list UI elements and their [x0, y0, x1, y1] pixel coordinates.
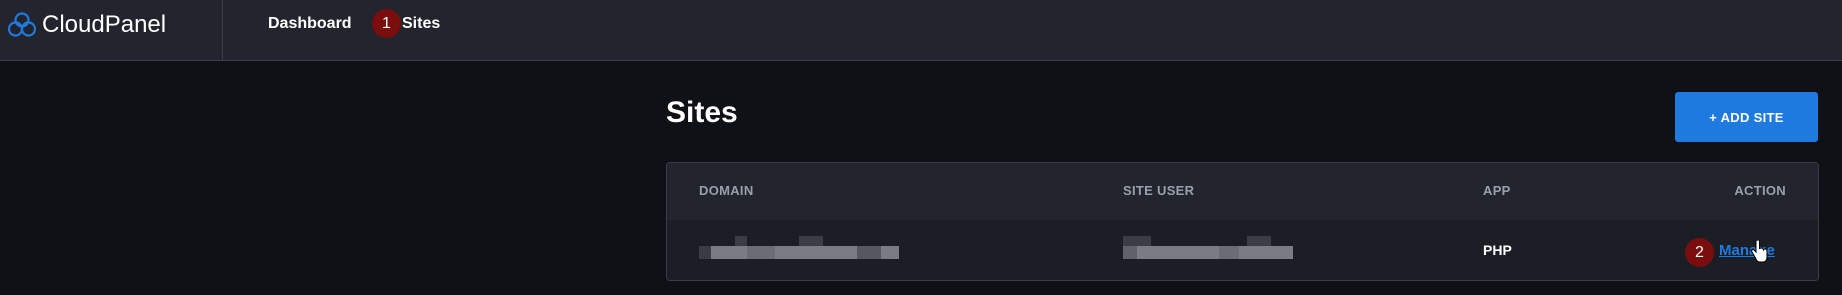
- sites-table: DOMAIN SITE USER APP ACTION PHP: [666, 162, 1819, 281]
- cloud-logo-icon: [8, 12, 36, 38]
- column-header-app[interactable]: APP: [1483, 183, 1511, 198]
- nav-dashboard-link[interactable]: Dashboard: [268, 15, 352, 33]
- brand-divider: [222, 0, 223, 61]
- page-title: Sites: [666, 96, 738, 129]
- column-header-action: ACTION: [1734, 183, 1786, 198]
- site-user-cell-redacted: [1123, 236, 1293, 266]
- step-badge: 1: [372, 9, 401, 38]
- table-header: DOMAIN SITE USER APP ACTION: [667, 163, 1818, 220]
- table-row: PHP: [667, 220, 1818, 280]
- column-header-domain[interactable]: DOMAIN: [699, 183, 754, 198]
- brand-name: CloudPanel: [42, 11, 167, 38]
- brand[interactable]: CloudPanel: [8, 10, 166, 40]
- step-badge: 2: [1685, 238, 1714, 267]
- add-site-button[interactable]: + ADD SITE: [1675, 92, 1818, 142]
- app-cell: PHP: [1483, 242, 1512, 258]
- hand-pointer-icon: [1750, 239, 1768, 269]
- nav-sites-link[interactable]: Sites: [402, 15, 440, 33]
- column-header-site-user[interactable]: SITE USER: [1123, 183, 1194, 198]
- top-navigation-bar: CloudPanel Dashboard 1 Sites: [0, 0, 1842, 61]
- domain-cell-redacted[interactable]: [699, 236, 899, 266]
